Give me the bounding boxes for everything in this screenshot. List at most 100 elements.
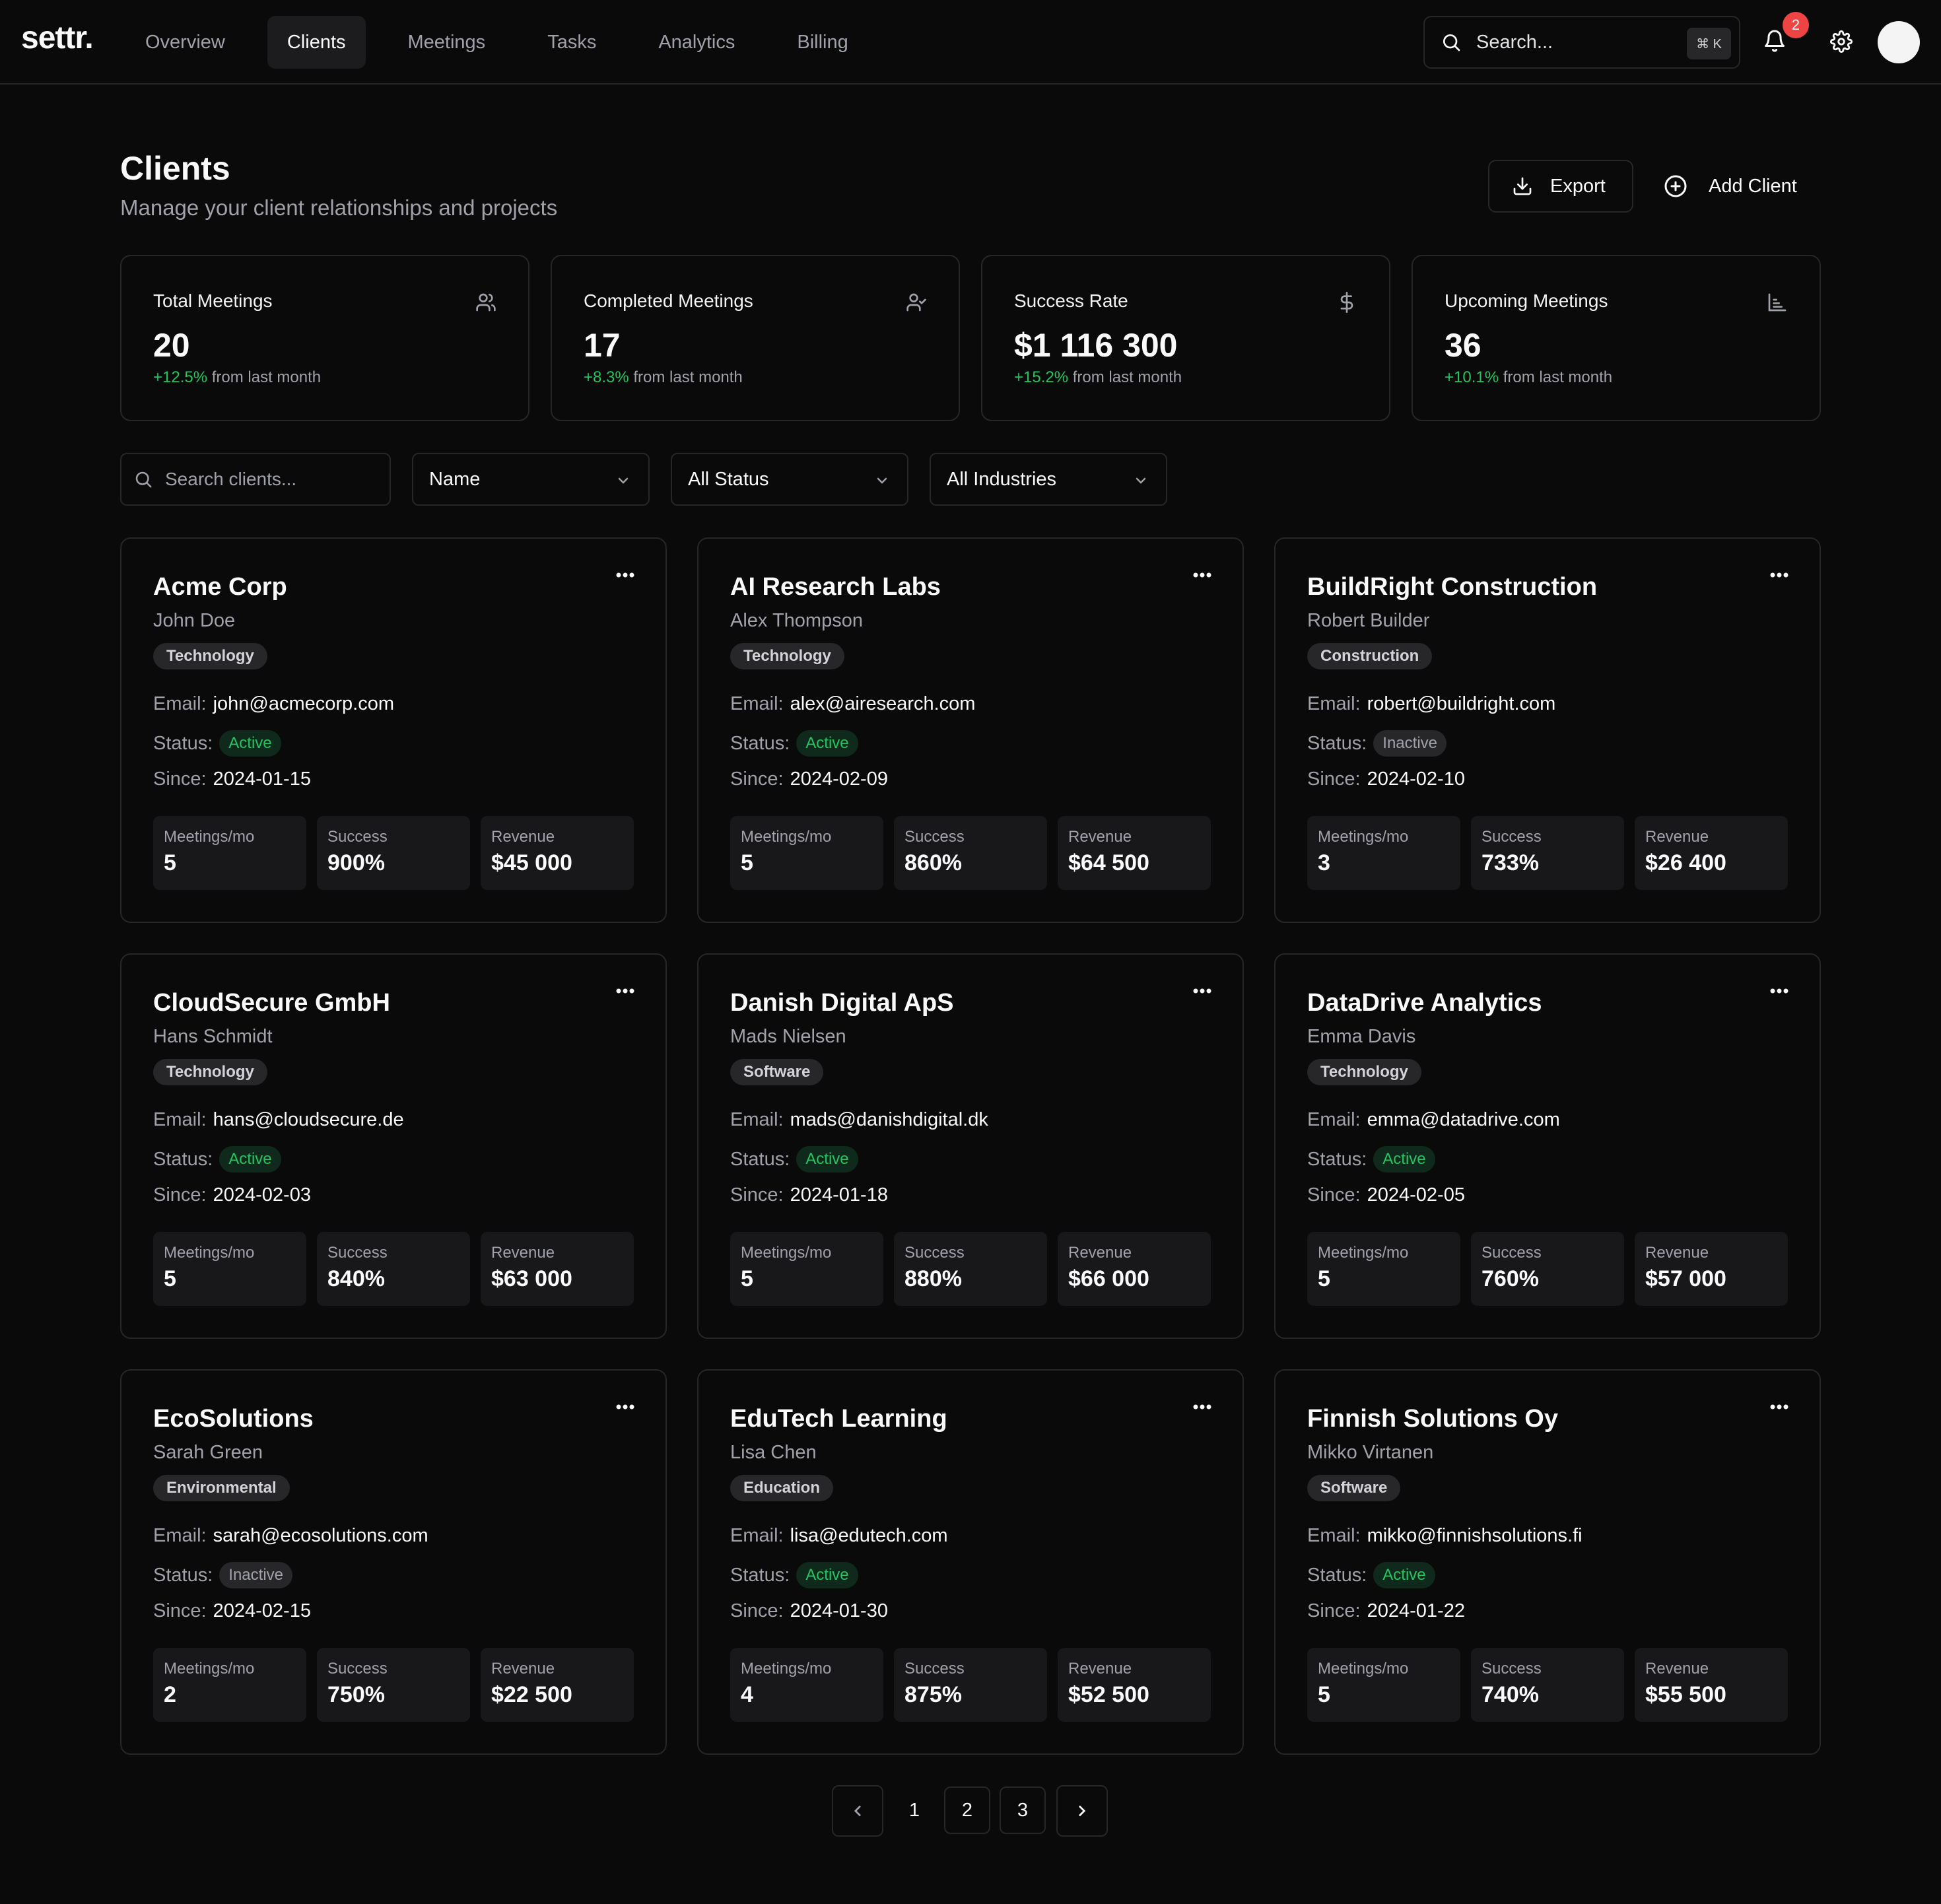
stat-change: +8.3% from last month: [584, 368, 743, 386]
since-row: Since: 2024-02-03: [153, 1184, 311, 1206]
add-client-button[interactable]: Add Client: [1651, 160, 1822, 213]
global-search[interactable]: Search... ⌘ K: [1423, 16, 1740, 69]
contact-name: Mads Nielsen: [730, 1026, 846, 1047]
stat-total-meetings: Total Meetings 20 +12.5% from last month: [120, 255, 529, 421]
stat-change: +15.2% from last month: [1014, 368, 1182, 386]
industry-select[interactable]: All Industries: [930, 453, 1167, 506]
more-horizontal-icon[interactable]: [1192, 572, 1212, 578]
email-value: alex@airesearch.com: [790, 693, 976, 714]
status-badge: Active: [796, 1562, 858, 1588]
nav-overview[interactable]: Overview: [125, 16, 245, 69]
email-row: Email: robert@buildright.com: [1307, 693, 1556, 714]
more-horizontal-icon[interactable]: [1192, 988, 1212, 994]
client-card[interactable]: AI Research Labs Alex Thompson Technolog…: [697, 537, 1244, 923]
bar-chart-icon: [1767, 292, 1788, 313]
company-name: EcoSolutions: [153, 1405, 314, 1433]
company-name: EduTech Learning: [730, 1405, 947, 1433]
page-2-button[interactable]: 2: [944, 1786, 990, 1834]
client-card[interactable]: EcoSolutions Sarah Green Environmental E…: [120, 1369, 667, 1755]
more-horizontal-icon[interactable]: [615, 988, 635, 994]
email-row: Email: mikko@finnishsolutions.fi: [1307, 1525, 1583, 1546]
more-horizontal-icon[interactable]: [1192, 1404, 1212, 1410]
industry-select-value: All Industries: [947, 468, 1057, 490]
more-horizontal-icon[interactable]: [1769, 572, 1789, 578]
nav-meetings[interactable]: Meetings: [388, 16, 506, 69]
company-name: Finnish Solutions Oy: [1307, 1405, 1558, 1433]
search-icon: [1441, 32, 1462, 53]
notification-badge: 2: [1783, 12, 1809, 38]
sort-select[interactable]: Name: [412, 453, 650, 506]
metric-meetings: Meetings/mo 5: [153, 1232, 306, 1306]
contact-name: Hans Schmidt: [153, 1026, 273, 1047]
industry-badge: Software: [1307, 1475, 1401, 1501]
logo[interactable]: settr.: [21, 20, 94, 56]
status-row: Status: Active: [1307, 1562, 1435, 1588]
client-card[interactable]: Acme Corp John Doe Technology Email: john…: [120, 537, 667, 923]
status-badge: Active: [219, 1146, 281, 1173]
client-card[interactable]: CloudSecure GmbH Hans Schmidt Technology…: [120, 953, 667, 1339]
company-name: BuildRight Construction: [1307, 573, 1598, 601]
metric-revenue: Revenue $26 400: [1635, 816, 1788, 890]
industry-badge: Technology: [153, 643, 267, 669]
more-horizontal-icon[interactable]: [615, 572, 635, 578]
company-name: CloudSecure GmbH: [153, 989, 390, 1017]
metric-meetings: Meetings/mo 5: [1307, 1232, 1460, 1306]
contact-name: Emma Davis: [1307, 1026, 1416, 1047]
contact-name: Alex Thompson: [730, 610, 863, 631]
avatar[interactable]: [1878, 21, 1920, 63]
page-3-button[interactable]: 3: [1000, 1786, 1046, 1834]
stat-success-rate: Success Rate $1 116 300 +15.2% from last…: [981, 255, 1390, 421]
client-card[interactable]: Danish Digital ApS Mads Nielsen Software…: [697, 953, 1244, 1339]
client-card[interactable]: EduTech Learning Lisa Chen Education Ema…: [697, 1369, 1244, 1755]
more-horizontal-icon[interactable]: [1769, 1404, 1789, 1410]
metric-success: Success 740%: [1471, 1648, 1624, 1722]
stat-upcoming-meetings: Upcoming Meetings 36 +10.1% from last mo…: [1412, 255, 1821, 421]
nav-tasks[interactable]: Tasks: [528, 16, 616, 69]
client-card[interactable]: DataDrive Analytics Emma Davis Technolog…: [1274, 953, 1821, 1339]
export-button[interactable]: Export: [1488, 160, 1633, 213]
status-badge: Active: [219, 730, 281, 757]
email-row: Email: hans@cloudsecure.de: [153, 1109, 404, 1130]
email-value: hans@cloudsecure.de: [213, 1109, 404, 1130]
prev-page-button[interactable]: [832, 1785, 883, 1837]
top-bar: settr. Overview Clients Meetings Tasks A…: [0, 0, 1941, 85]
metric-meetings: Meetings/mo 5: [1307, 1648, 1460, 1722]
users-icon: [475, 292, 496, 313]
since-value: 2024-02-15: [213, 1600, 311, 1621]
metric-revenue: Revenue $57 000: [1635, 1232, 1788, 1306]
metric-success: Success 880%: [894, 1232, 1047, 1306]
metric-revenue: Revenue $22 500: [481, 1648, 634, 1722]
next-page-button[interactable]: [1056, 1785, 1108, 1837]
status-badge: Inactive: [219, 1562, 292, 1588]
bell-icon[interactable]: [1763, 29, 1787, 53]
status-row: Status: Active: [153, 1146, 281, 1173]
industry-badge: Technology: [1307, 1059, 1421, 1085]
gear-icon[interactable]: [1830, 30, 1853, 53]
metric-success: Success 733%: [1471, 816, 1624, 890]
client-card[interactable]: BuildRight Construction Robert Builder C…: [1274, 537, 1821, 923]
client-card[interactable]: Finnish Solutions Oy Mikko Virtanen Soft…: [1274, 1369, 1821, 1755]
nav-billing[interactable]: Billing: [777, 16, 868, 69]
contact-name: Mikko Virtanen: [1307, 1442, 1434, 1463]
metric-success: Success 760%: [1471, 1232, 1624, 1306]
client-search-input[interactable]: Search clients...: [120, 453, 391, 506]
nav-analytics[interactable]: Analytics: [638, 16, 755, 69]
email-value: robert@buildright.com: [1367, 693, 1556, 714]
since-value: 2024-02-09: [790, 768, 888, 790]
metric-revenue: Revenue $66 000: [1058, 1232, 1211, 1306]
metric-revenue: Revenue $63 000: [481, 1232, 634, 1306]
email-row: Email: alex@airesearch.com: [730, 693, 976, 714]
since-row: Since: 2024-01-22: [1307, 1600, 1465, 1621]
more-horizontal-icon[interactable]: [1769, 988, 1789, 994]
nav-clients[interactable]: Clients: [267, 16, 366, 69]
page-1-button[interactable]: 1: [891, 1786, 937, 1834]
status-badge: Active: [1373, 1146, 1435, 1173]
email-row: Email: lisa@edutech.com: [730, 1525, 948, 1546]
since-row: Since: 2024-02-15: [153, 1600, 311, 1621]
email-row: Email: john@acmecorp.com: [153, 693, 395, 714]
more-horizontal-icon[interactable]: [615, 1404, 635, 1410]
status-select[interactable]: All Status: [671, 453, 908, 506]
stat-value: 17: [584, 327, 621, 364]
stat-label: Upcoming Meetings: [1445, 290, 1608, 311]
status-row: Status: Inactive: [1307, 730, 1447, 757]
